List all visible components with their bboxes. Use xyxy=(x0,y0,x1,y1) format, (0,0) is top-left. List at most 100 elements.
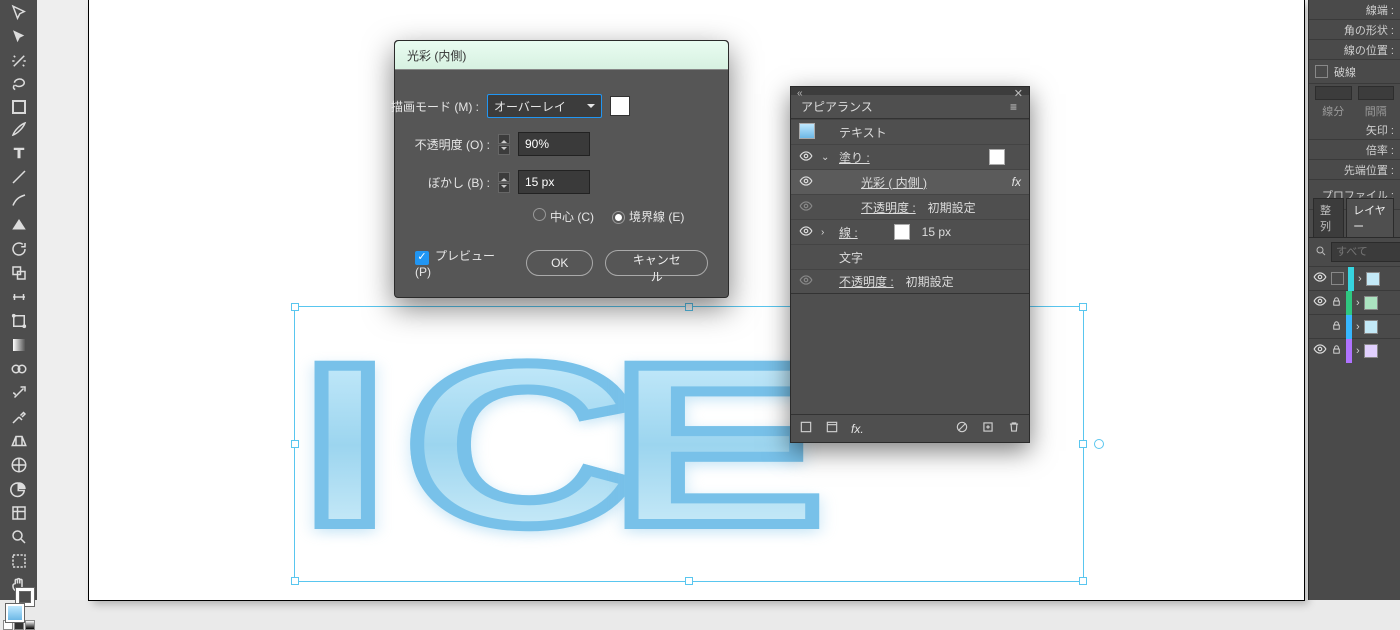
lock-icon[interactable] xyxy=(1331,344,1342,358)
target-thumb xyxy=(799,123,813,142)
visibility-toggle-icon[interactable] xyxy=(799,199,813,216)
symbol-sprayer-tool-icon[interactable] xyxy=(8,384,30,402)
width-tool-icon[interactable] xyxy=(8,288,30,306)
trash-icon[interactable] xyxy=(1007,420,1021,437)
opacity-label: 不透明度 (O) : xyxy=(384,136,490,153)
cancel-button[interactable]: キャンセル xyxy=(605,250,708,276)
opacity-stepper[interactable] xyxy=(498,134,510,155)
layer-row[interactable]: › xyxy=(1309,314,1400,338)
stroke-swatch[interactable] xyxy=(894,224,910,240)
search-icon xyxy=(1315,245,1327,260)
tab-layers[interactable]: レイヤー xyxy=(1346,198,1394,237)
opacity2-label[interactable]: 不透明度 : xyxy=(839,273,894,290)
layer-row[interactable]: › xyxy=(1309,266,1400,290)
perspective-grid-icon[interactable] xyxy=(8,432,30,450)
layer-row[interactable]: › xyxy=(1309,290,1400,314)
origin-center-radio[interactable]: 中心 (C) xyxy=(533,208,594,225)
scale-tool-icon[interactable] xyxy=(8,264,30,282)
visibility-toggle-icon[interactable] xyxy=(799,224,813,241)
collapse-icon[interactable] xyxy=(797,88,803,99)
no-fill-icon[interactable] xyxy=(799,420,813,437)
artboard-tool-icon[interactable] xyxy=(8,552,30,570)
close-icon[interactable]: ✕ xyxy=(1014,87,1023,100)
target-label: テキスト xyxy=(839,124,887,141)
blend-tool-icon[interactable] xyxy=(8,360,30,378)
visibility-toggle-icon[interactable] xyxy=(799,273,813,290)
free-transform-tool-icon[interactable] xyxy=(8,312,30,330)
selection-tool-icon[interactable] xyxy=(8,4,30,22)
arc-tool-icon[interactable] xyxy=(8,192,30,210)
lasso-tool-icon[interactable] xyxy=(8,76,30,94)
disable-icon[interactable] xyxy=(955,420,969,437)
eyedropper-tool-icon[interactable] xyxy=(8,408,30,426)
visibility-toggle-icon[interactable] xyxy=(1313,270,1327,287)
zoom-tool-icon[interactable] xyxy=(8,528,30,546)
slice-tool-icon[interactable] xyxy=(8,504,30,522)
panel-menu-icon[interactable]: ≡ xyxy=(1010,100,1019,114)
fx-indicator-icon[interactable]: fx xyxy=(1012,175,1021,189)
ice-text-object[interactable]: I C E xyxy=(300,330,763,560)
tools-panel xyxy=(0,0,37,600)
dashed-checkbox[interactable] xyxy=(1315,65,1328,78)
arrow-label: 矢印 : xyxy=(1309,120,1400,140)
visibility-toggle-icon[interactable] xyxy=(799,149,813,166)
visibility-toggle-icon[interactable] xyxy=(1313,294,1327,311)
blend-mode-label: 描画モード (M) : xyxy=(373,98,479,115)
blur-stepper[interactable] xyxy=(498,172,510,193)
layer-row[interactable]: › xyxy=(1309,338,1400,362)
fill-swatch[interactable] xyxy=(6,604,24,622)
dash-gap-label: 間隔 xyxy=(1365,103,1387,119)
stroke-label[interactable]: 線 : xyxy=(839,224,858,241)
fill-swatch[interactable] xyxy=(989,149,1005,165)
add-effect-icon[interactable]: fx. xyxy=(851,422,864,436)
magic-wand-tool-icon[interactable] xyxy=(8,52,30,70)
ok-button[interactable]: OK xyxy=(526,250,593,276)
origin-edge-radio[interactable]: 境界線 (E) xyxy=(612,208,684,225)
fill-label[interactable]: 塗り : xyxy=(839,149,870,166)
panel-drag-bar[interactable]: ✕ xyxy=(791,87,1029,95)
gradient-tool-icon[interactable] xyxy=(8,336,30,354)
dash-seg-label: 線分 xyxy=(1322,103,1344,119)
dialog-title[interactable]: 光彩 (内側) xyxy=(395,41,728,70)
stroke-align-label: 線の位置 : xyxy=(1309,40,1400,60)
arrow-scale-label: 倍率 : xyxy=(1309,140,1400,160)
visibility-toggle-icon[interactable] xyxy=(1313,342,1327,359)
inner-glow-effect-row[interactable]: 光彩 ( 内側 ) xyxy=(861,174,927,191)
stroke-width-value[interactable]: 15 px xyxy=(922,225,951,239)
blur-input[interactable] xyxy=(518,170,590,194)
clear-appearance-icon[interactable] xyxy=(825,420,839,437)
stroke-corner-label: 角の形状 : xyxy=(1309,20,1400,40)
type-tool-icon[interactable] xyxy=(8,144,30,162)
disclosure-icon[interactable]: › xyxy=(821,227,831,238)
glow-color-swatch[interactable] xyxy=(610,96,630,116)
appearance-panel: ✕ アピアランス ≡ テキスト ⌄ 塗り : 光彩 ( 内側 ) fx 不透明度… xyxy=(790,86,1030,443)
shaper-tool-icon[interactable] xyxy=(8,216,30,234)
characters-label: 文字 xyxy=(839,249,863,266)
dashed-label: 破線 xyxy=(1334,64,1356,80)
graph-tool-icon[interactable] xyxy=(8,480,30,498)
visibility-toggle-icon[interactable] xyxy=(799,174,813,191)
appearance-tab[interactable]: アピアランス xyxy=(801,98,873,115)
lock-icon[interactable] xyxy=(1331,320,1342,334)
blend-mode-select[interactable]: オーバーレイ xyxy=(487,94,602,118)
paintbrush-tool-icon[interactable] xyxy=(8,120,30,138)
layer-search-input[interactable] xyxy=(1331,242,1400,262)
opacity-label[interactable]: 不透明度 : xyxy=(861,199,916,216)
blur-label: ぼかし (B) : xyxy=(384,174,490,191)
right-panel-dock: 線端 : 角の形状 : 線の位置 : 破線 線分 間隔 矢印 : 倍率 : 先端… xyxy=(1308,0,1400,600)
tab-align[interactable]: 整列 xyxy=(1313,198,1344,237)
arrow-align-label: 先端位置 : xyxy=(1309,160,1400,180)
opacity2-value: 初期設定 xyxy=(906,273,954,290)
lock-icon[interactable] xyxy=(1331,296,1342,310)
direct-selection-tool-icon[interactable] xyxy=(8,28,30,46)
rotate-tool-icon[interactable] xyxy=(8,240,30,258)
opacity-value: 初期設定 xyxy=(928,199,976,216)
line-tool-icon[interactable] xyxy=(8,168,30,186)
stroke-cap-label: 線端 : xyxy=(1309,0,1400,20)
rectangle-tool-icon[interactable] xyxy=(8,100,30,114)
opacity-input[interactable] xyxy=(518,132,590,156)
duplicate-icon[interactable] xyxy=(981,420,995,437)
disclosure-icon[interactable]: ⌄ xyxy=(821,152,831,163)
mesh-tool-icon[interactable] xyxy=(8,456,30,474)
preview-checkbox[interactable]: プレビュー (P) xyxy=(415,247,502,279)
